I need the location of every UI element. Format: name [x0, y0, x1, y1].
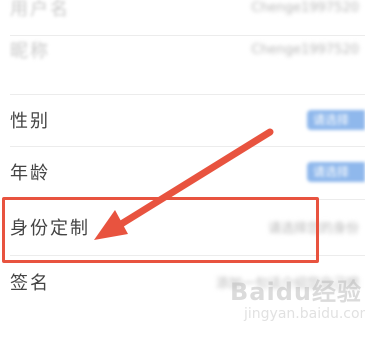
- settings-row-age[interactable]: 年龄 请选择: [0, 146, 365, 198]
- settings-row-value: Chenge1997520: [251, 0, 359, 16]
- settings-row-value: Chenge1997520: [251, 42, 359, 58]
- settings-row-label: 年龄: [10, 163, 50, 184]
- settings-row-label: 用户名: [10, 0, 70, 20]
- settings-row-label: 昵称: [10, 41, 50, 62]
- watermark-url-text: jingyan.baidu.com: [244, 306, 365, 322]
- settings-row-label: 性别: [10, 111, 50, 132]
- watermark-logo-text: Baidu经验: [230, 278, 362, 306]
- settings-row-label: 签名: [10, 273, 50, 294]
- baidu-jingyan-watermark: Baidu经验 jingyan.baidu.com: [222, 272, 365, 336]
- age-select-button[interactable]: 请选择: [307, 162, 365, 182]
- highlight-box: [2, 197, 319, 263]
- settings-row-gender[interactable]: 性别 请选择: [0, 94, 365, 146]
- settings-row-nickname[interactable]: 昵称 Chenge1997520: [0, 24, 365, 76]
- gender-select-button[interactable]: 请选择: [307, 110, 365, 130]
